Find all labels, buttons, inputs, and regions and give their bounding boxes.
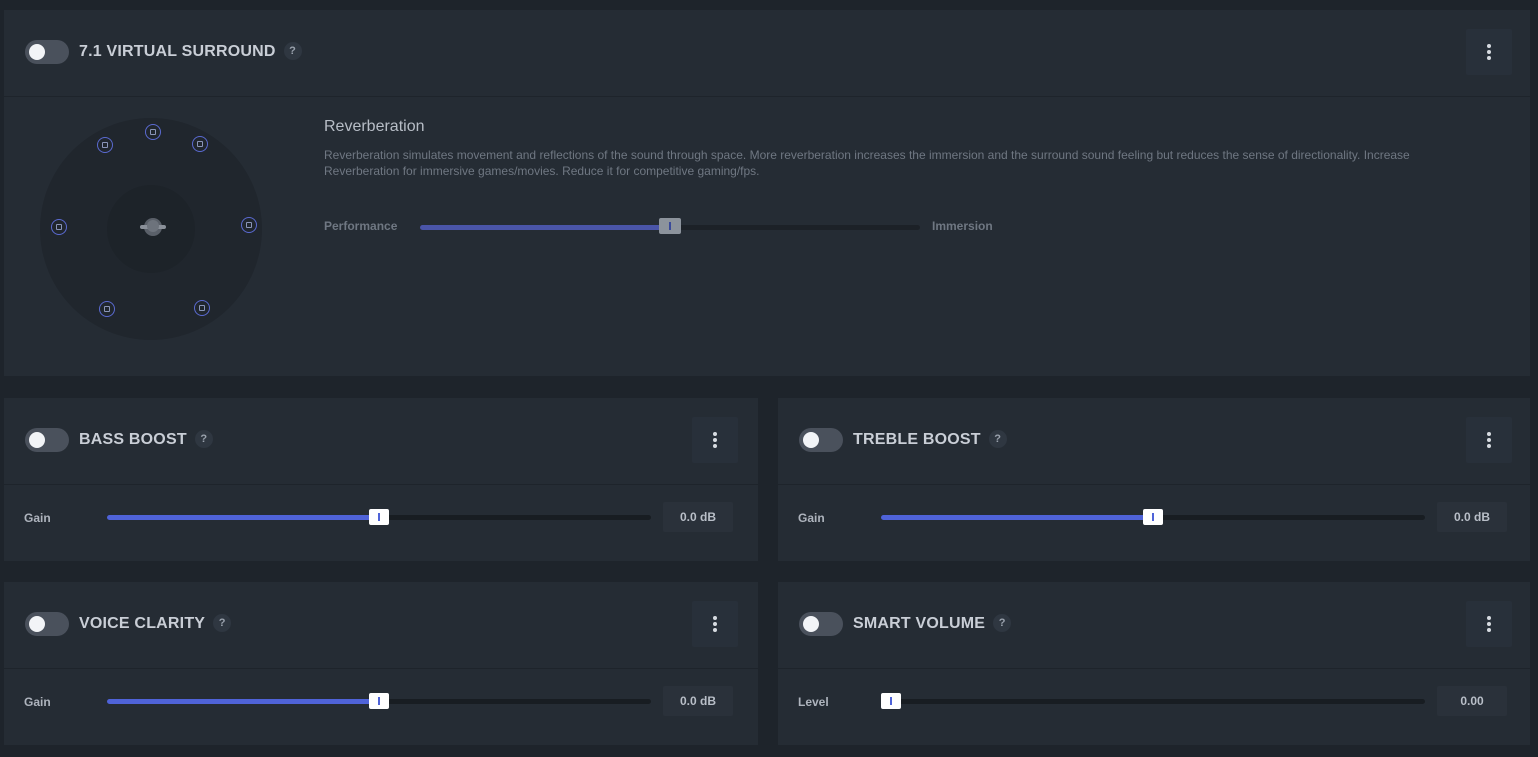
smart-volume-level-thumb[interactable] (881, 693, 901, 709)
voice-clarity-gain-value[interactable]: 0.0 dB (663, 686, 733, 716)
voice-clarity-header: VOICE CLARITY? (4, 582, 758, 669)
more-dot (713, 622, 717, 626)
virtual-surround-more-button[interactable] (1466, 29, 1512, 75)
speaker-side-right-icon[interactable] (241, 217, 257, 233)
voice-clarity-gain-thumb[interactable] (369, 693, 389, 709)
voice-clarity-gain-fill (107, 699, 379, 704)
smart-volume-more-button[interactable] (1466, 601, 1512, 647)
reverb-immersion-label: Immersion (932, 219, 993, 233)
bass-boost-title-text: BASS BOOST (79, 431, 187, 448)
surround-speaker-map (40, 118, 266, 340)
reverberation-slider-thumb[interactable] (659, 218, 681, 234)
more-dot (1487, 432, 1491, 436)
treble-boost-gain-label: Gain (798, 511, 825, 525)
more-dot (713, 432, 717, 436)
smart-volume-toggle[interactable] (799, 612, 843, 636)
voice-clarity-title-text: VOICE CLARITY (79, 615, 206, 632)
speaker-rear-left-icon[interactable] (99, 301, 115, 317)
bass-boost-gain-fill (107, 515, 379, 520)
virtual-surround-header: 7.1 VIRTUAL SURROUND? (4, 10, 1530, 97)
smart-volume-help-icon[interactable]: ? (993, 614, 1012, 632)
more-dot (1487, 44, 1491, 48)
voice-clarity-more-button[interactable] (692, 601, 738, 647)
more-dot (1487, 444, 1491, 448)
treble-boost-gain-value[interactable]: 0.0 dB (1437, 502, 1507, 532)
more-dot (713, 438, 717, 442)
speaker-rear-right-icon[interactable] (194, 300, 210, 316)
treble-boost-gain-thumb[interactable] (1143, 509, 1163, 525)
bass-boost-title: BASS BOOST? (79, 430, 213, 449)
more-dot (1487, 622, 1491, 626)
voice-clarity-title: VOICE CLARITY? (79, 614, 232, 633)
treble-boost-more-button[interactable] (1466, 417, 1512, 463)
listener-head-icon (140, 218, 166, 236)
speaker-side-left-icon[interactable] (51, 219, 67, 235)
more-dot (1487, 616, 1491, 620)
reverberation-description: Reverberation simulates movement and ref… (324, 148, 1410, 178)
more-dot (1487, 50, 1491, 54)
more-dot (1487, 438, 1491, 442)
bass-boost-card: BASS BOOST? Gain 0.0 dB (4, 398, 758, 561)
virtual-surround-title-text: 7.1 VIRTUAL SURROUND (79, 43, 276, 60)
treble-boost-card: TREBLE BOOST? Gain 0.0 dB (778, 398, 1530, 561)
bass-boost-help-icon[interactable]: ? (194, 430, 213, 448)
smart-volume-header: SMART VOLUME? (778, 582, 1530, 669)
virtual-surround-title: 7.1 VIRTUAL SURROUND? (79, 42, 302, 61)
speaker-front-center-icon[interactable] (145, 124, 161, 140)
bass-boost-gain-label: Gain (24, 511, 51, 525)
smart-volume-level-label: Level (798, 695, 829, 709)
treble-boost-header: TREBLE BOOST? (778, 398, 1530, 485)
smart-volume-level-value[interactable]: 0.00 (1437, 686, 1507, 716)
speaker-front-right-icon[interactable] (192, 136, 208, 152)
speaker-front-left-icon[interactable] (97, 137, 113, 153)
reverb-performance-label: Performance (324, 219, 398, 233)
smart-volume-title: SMART VOLUME? (853, 614, 1012, 633)
bass-boost-gain-thumb[interactable] (369, 509, 389, 525)
voice-clarity-gain-slider[interactable] (107, 693, 651, 709)
treble-boost-help-icon[interactable]: ? (988, 430, 1007, 448)
bass-boost-more-button[interactable] (692, 417, 738, 463)
treble-boost-gain-fill (881, 515, 1153, 520)
treble-boost-title: TREBLE BOOST? (853, 430, 1007, 449)
voice-clarity-toggle[interactable] (25, 612, 69, 636)
voice-clarity-gain-label: Gain (24, 695, 51, 709)
treble-boost-title-text: TREBLE BOOST (853, 431, 981, 448)
smart-volume-card: SMART VOLUME? Level 0.00 (778, 582, 1530, 745)
more-dot (713, 444, 717, 448)
smart-volume-title-text: SMART VOLUME (853, 615, 986, 632)
smart-volume-level-slider[interactable] (881, 693, 1425, 709)
voice-clarity-help-icon[interactable]: ? (213, 614, 232, 632)
bass-boost-toggle[interactable] (25, 428, 69, 452)
voice-clarity-card: VOICE CLARITY? Gain 0.0 dB (4, 582, 758, 745)
reverberation-title: Reverberation (324, 118, 425, 135)
bass-boost-header: BASS BOOST? (4, 398, 758, 485)
virtual-surround-toggle[interactable] (25, 40, 69, 64)
bass-boost-gain-slider[interactable] (107, 509, 651, 525)
more-dot (713, 616, 717, 620)
bass-boost-gain-value[interactable]: 0.0 dB (663, 502, 733, 532)
more-dot (713, 628, 717, 632)
treble-boost-gain-slider[interactable] (881, 509, 1425, 525)
virtual-surround-help-icon[interactable]: ? (283, 42, 302, 60)
treble-boost-toggle[interactable] (799, 428, 843, 452)
more-dot (1487, 56, 1491, 60)
reverberation-slider[interactable] (420, 218, 920, 234)
reverberation-slider-fill (420, 225, 670, 230)
more-dot (1487, 628, 1491, 632)
